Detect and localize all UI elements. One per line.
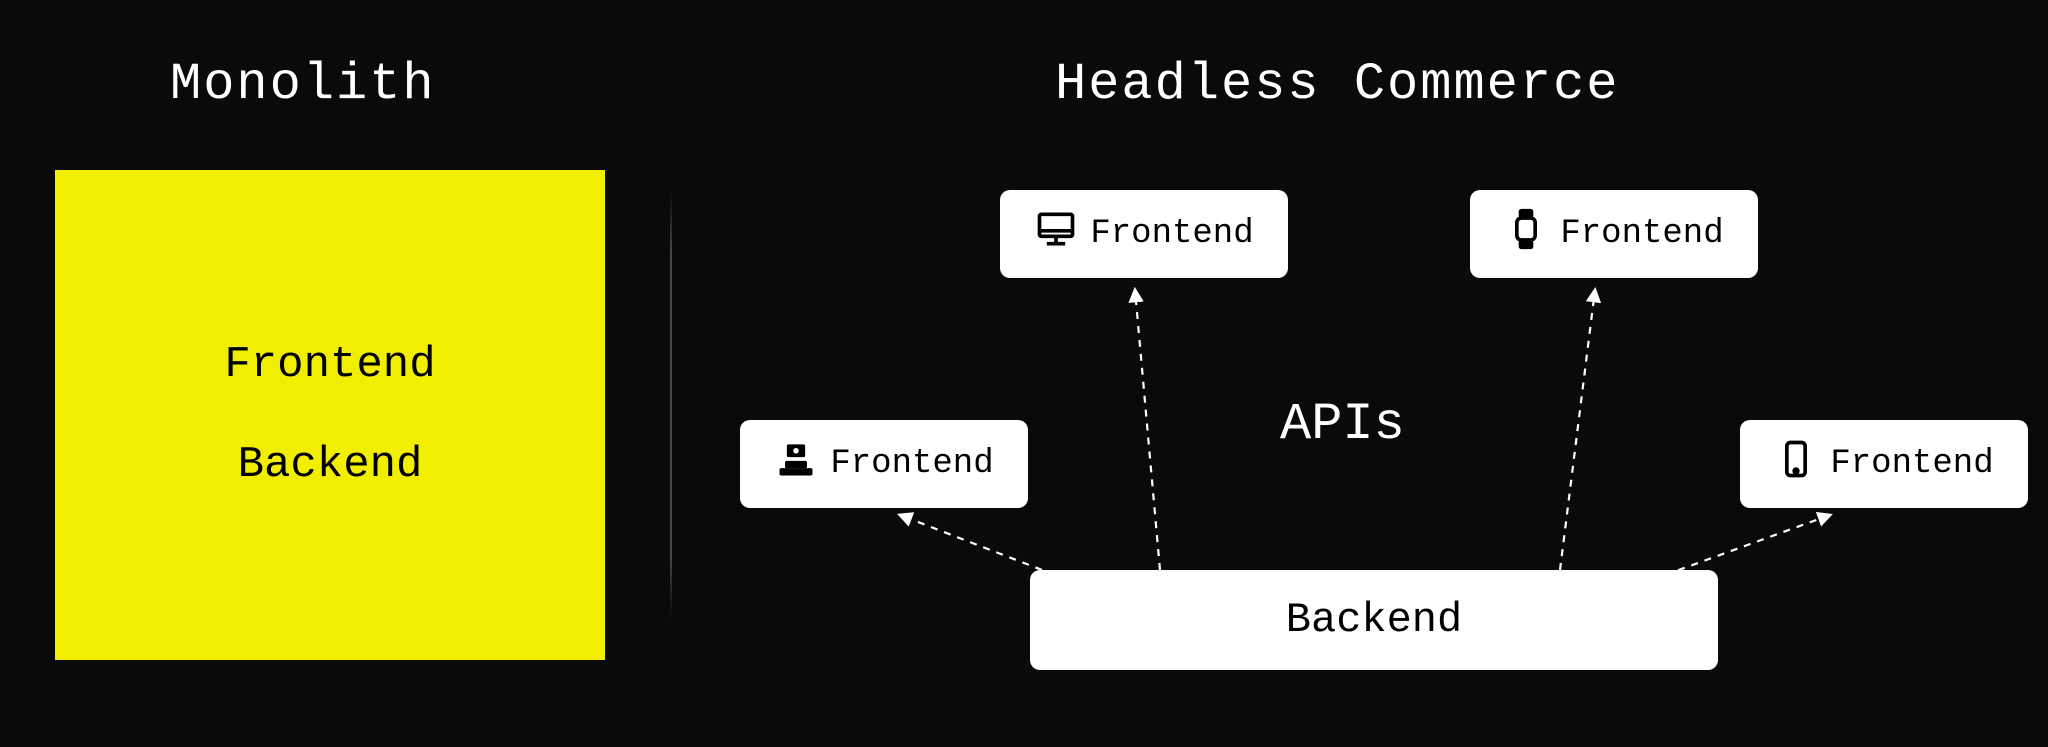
frontend-card-desktop: Frontend bbox=[1000, 190, 1288, 278]
frontend-card-phone: Frontend bbox=[1740, 420, 2028, 508]
frontend-card-pos: Frontend bbox=[740, 420, 1028, 508]
frontend-label: Frontend bbox=[830, 445, 993, 483]
frontend-card-watch: Frontend bbox=[1470, 190, 1758, 278]
monolith-frontend-label: Frontend bbox=[224, 340, 435, 390]
desktop-icon bbox=[1034, 207, 1078, 262]
watch-icon bbox=[1504, 207, 1548, 262]
phone-icon bbox=[1774, 437, 1818, 492]
monolith-backend-label: Backend bbox=[238, 440, 423, 490]
backend-card: Backend bbox=[1030, 570, 1718, 670]
monolith-title: Monolith bbox=[170, 55, 436, 114]
headless-title: Headless Commerce bbox=[1055, 55, 1620, 114]
frontend-label: Frontend bbox=[1090, 215, 1253, 253]
apis-label: APIs bbox=[1280, 395, 1405, 454]
monolith-box: Frontend Backend bbox=[55, 170, 605, 660]
pos-icon bbox=[774, 437, 818, 492]
vertical-divider bbox=[670, 190, 672, 620]
frontend-label: Frontend bbox=[1830, 445, 1993, 483]
frontend-label: Frontend bbox=[1560, 215, 1723, 253]
backend-label: Backend bbox=[1286, 596, 1462, 644]
